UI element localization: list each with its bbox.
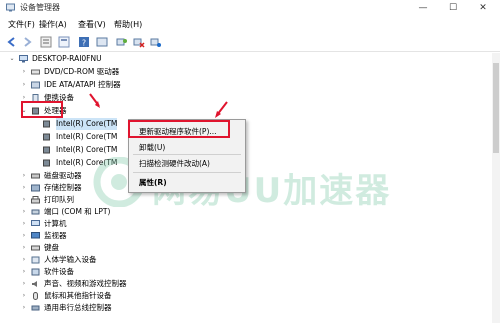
computer-icon — [19, 55, 28, 63]
uninstall-menu-item[interactable]: 卸载(U) — [139, 142, 165, 153]
device-manager-icon — [6, 3, 15, 12]
software-device-icon — [31, 268, 40, 276]
menu-view[interactable]: 查看(V) — [78, 19, 106, 30]
menu-action[interactable]: 操作(A) — [39, 19, 67, 30]
processor-icon — [43, 159, 50, 167]
red-arrow-icon — [89, 93, 100, 108]
monitor-icon — [31, 232, 40, 239]
collapse-icon[interactable]: ⌄ — [8, 53, 16, 65]
usb-icon — [31, 305, 40, 311]
port-icon — [31, 209, 40, 215]
processor-icon — [43, 120, 50, 128]
resources-icon[interactable] — [96, 36, 108, 48]
processor-icon — [43, 146, 50, 154]
maximize-button[interactable]: ☐ — [438, 0, 468, 16]
vertical-scrollbar[interactable] — [492, 53, 500, 323]
dvd-drive-icon — [31, 69, 40, 75]
toolbar: ? — [0, 33, 500, 52]
properties-menu-item[interactable]: 属性(R) — [139, 177, 167, 188]
properties-view-icon[interactable] — [40, 36, 52, 48]
processor-icon — [43, 133, 50, 141]
computer-icon — [31, 220, 40, 226]
highlight-processor — [21, 101, 63, 118]
printer-icon — [31, 196, 40, 204]
scan-hardware-icon[interactable] — [116, 36, 128, 48]
window-title: 设备管理器 — [20, 3, 60, 12]
title-bar: 设备管理器 — ☐ ✕ — [0, 0, 500, 16]
red-arrow-icon — [215, 101, 228, 118]
back-icon[interactable] — [6, 36, 18, 48]
menu-bar: 文件(F) 操作(A) 查看(V) 帮助(H) — [0, 17, 500, 32]
forward-icon[interactable] — [21, 36, 33, 48]
hid-icon — [31, 256, 40, 264]
menu-help[interactable]: 帮助(H) — [114, 19, 142, 30]
help-icon[interactable]: ? — [78, 36, 90, 48]
uninstall-device-icon[interactable] — [150, 36, 162, 48]
menu-file[interactable]: 文件(F) — [8, 19, 35, 30]
list-view-icon[interactable] — [58, 36, 70, 48]
scrollbar-thumb[interactable] — [493, 63, 499, 153]
device-manager-window: 设备管理器 — ☐ ✕ 文件(F) 操作(A) 查看(V) 帮助(H) ? ⌄ … — [0, 0, 500, 323]
sound-icon — [32, 281, 37, 287]
minimize-button[interactable]: — — [408, 0, 438, 16]
menu-separator — [133, 172, 241, 173]
tree-root-label: DESKTOP-RAI0FNU — [32, 54, 102, 63]
mouse-icon — [33, 292, 38, 300]
disk-icon — [31, 173, 40, 179]
disable-device-icon[interactable] — [133, 36, 145, 48]
keyboard-icon — [31, 245, 40, 251]
svg-text:?: ? — [82, 39, 86, 48]
scan-hardware-menu-item[interactable]: 扫描检测硬件改动(A) — [139, 158, 210, 169]
menu-separator — [133, 154, 241, 155]
highlight-update-driver — [128, 120, 230, 138]
storage-controller-icon — [31, 184, 40, 192]
close-button[interactable]: ✕ — [468, 0, 498, 16]
ide-controller-icon — [31, 81, 40, 89]
